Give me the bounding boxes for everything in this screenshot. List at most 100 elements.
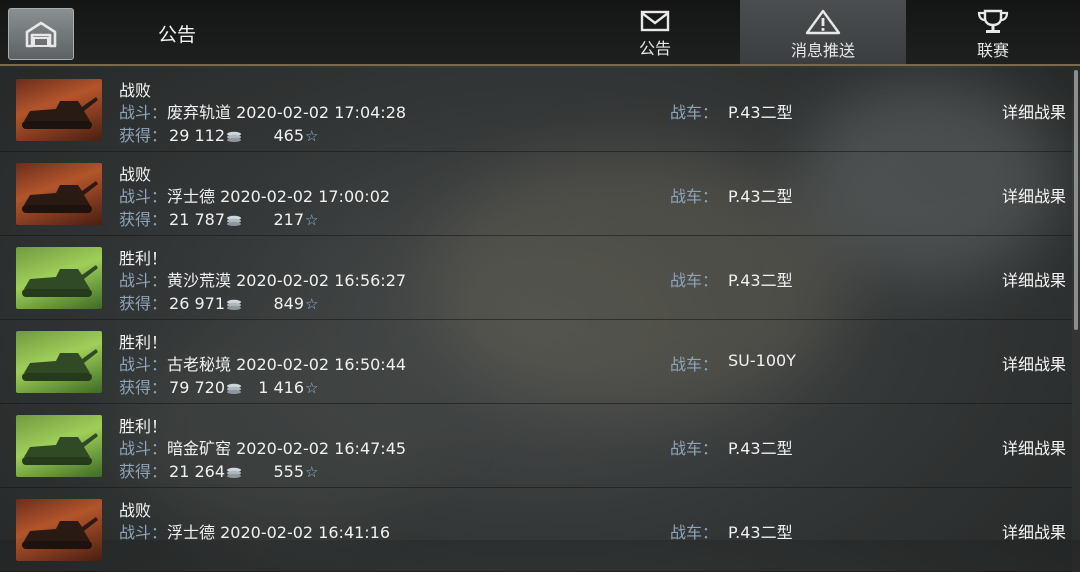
tank-label: 战车：	[670, 439, 719, 458]
earned-label: 获得：	[119, 378, 168, 397]
earned-info: 获得： 79 720 1 416☆	[119, 374, 318, 398]
battle-result: 战败	[119, 501, 152, 520]
map-name: 古老秘境	[167, 355, 232, 374]
defeat-thumbnail	[16, 163, 102, 225]
battle-result: 胜利！	[119, 249, 168, 268]
credits-value: 79 720	[169, 378, 226, 397]
tab-announcements[interactable]: 公告	[572, 0, 738, 64]
battle-row[interactable]: 胜利！ 战斗：暗金矿窑 2020-02-02 16:47:45 获得： 21 26…	[0, 404, 1072, 488]
tank-silhouette-icon	[22, 433, 98, 465]
tank-name: P.43二型	[728, 271, 793, 290]
battle-info: 战斗：废弃轨道 2020-02-02 17:04:28	[119, 99, 406, 123]
tank-silhouette-icon	[22, 181, 98, 213]
detail-results-link[interactable]: 详细战果	[1002, 519, 1066, 543]
credits-value: 21 787	[169, 210, 226, 229]
battle-result: 胜利！	[119, 417, 168, 436]
tank-label: 战车：	[670, 271, 719, 290]
battle-info: 战斗：黄沙荒漠 2020-02-02 16:56:27	[119, 267, 406, 291]
top-bar: 公告 公告 消息推送 联赛	[0, 0, 1080, 66]
garage-icon	[25, 21, 57, 48]
battle-datetime: 2020-02-02 16:47:45	[236, 439, 407, 458]
earned-info: 获得： 21 787 217☆	[119, 206, 318, 230]
earned-info: 获得： 26 971 849☆	[119, 290, 318, 314]
earned-info: 获得： 29 112 465☆	[119, 122, 318, 146]
tab-league-label: 联赛	[976, 41, 1009, 60]
detail-results-link[interactable]: 详细战果	[1002, 267, 1066, 291]
credits-value: 26 971	[169, 294, 226, 313]
scrollbar[interactable]	[1074, 70, 1078, 330]
battle-result: 胜利！	[119, 333, 168, 352]
tab-push-messages[interactable]: 消息推送	[740, 0, 906, 64]
defeat-thumbnail	[16, 79, 102, 141]
battle-label: 战斗：	[119, 439, 168, 458]
credits-icon	[227, 131, 242, 142]
tank-name: P.43二型	[728, 439, 793, 458]
earned-info: 获得： 21 264 555☆	[119, 458, 318, 482]
tank-label: 战车：	[670, 523, 719, 542]
map-name: 黄沙荒漠	[167, 271, 232, 290]
detail-results-link[interactable]: 详细战果	[1002, 435, 1066, 459]
tank-name: SU-100Y	[728, 351, 796, 370]
tank-name: P.43二型	[728, 187, 793, 206]
trophy-icon	[977, 9, 1009, 33]
battle-label: 战斗：	[119, 355, 168, 374]
victory-thumbnail	[16, 331, 102, 393]
battle-row[interactable]: 战败 战斗：浮士德 2020-02-02 17:00:02 获得： 21 787 2…	[0, 152, 1072, 236]
detail-results-link[interactable]: 详细战果	[1002, 351, 1066, 375]
battle-label: 战斗：	[119, 271, 168, 290]
battle-row[interactable]: 战败 战斗：浮士德 2020-02-02 16:41:16 战车： P.43二型…	[0, 488, 1072, 572]
credits-value: 21 264	[169, 462, 226, 481]
credits-icon	[227, 299, 242, 310]
battle-result: 战败	[119, 81, 152, 100]
battle-label: 战斗：	[119, 187, 168, 206]
tank-label: 战车：	[670, 355, 719, 374]
xp-value: 1 416	[258, 378, 305, 397]
xp-star-icon: ☆	[305, 463, 319, 481]
xp-star-icon: ☆	[305, 379, 319, 397]
home-button[interactable]	[8, 8, 74, 60]
earned-label: 获得：	[119, 462, 168, 481]
battle-result: 战败	[119, 165, 152, 184]
defeat-thumbnail	[16, 499, 102, 561]
credits-icon	[227, 383, 242, 394]
battle-list[interactable]: 战败 战斗：废弃轨道 2020-02-02 17:04:28 获得： 29 112…	[0, 68, 1080, 572]
warning-triangle-icon	[805, 9, 841, 35]
victory-thumbnail	[16, 247, 102, 309]
battle-row[interactable]: 胜利！ 战斗：古老秘境 2020-02-02 16:50:44 获得： 79 72…	[0, 320, 1072, 404]
map-name: 浮士德	[167, 523, 216, 542]
battle-label: 战斗：	[119, 103, 168, 122]
battle-label: 战斗：	[119, 523, 168, 542]
tank-name: P.43二型	[728, 103, 793, 122]
xp-star-icon: ☆	[305, 127, 319, 145]
tank-silhouette-icon	[22, 265, 98, 297]
tank-label: 战车：	[670, 103, 719, 122]
battle-datetime: 2020-02-02 17:04:28	[236, 103, 407, 122]
detail-results-link[interactable]: 详细战果	[1002, 183, 1066, 207]
xp-value: 217	[273, 210, 305, 229]
credits-icon	[227, 467, 242, 478]
battle-row[interactable]: 胜利！ 战斗：黄沙荒漠 2020-02-02 16:56:27 获得： 26 97…	[0, 236, 1072, 320]
tab-announcements-label: 公告	[638, 39, 671, 58]
earned-label: 获得：	[119, 294, 168, 313]
battle-datetime: 2020-02-02 16:41:16	[220, 523, 391, 542]
xp-star-icon: ☆	[305, 295, 319, 313]
battle-datetime: 2020-02-02 16:56:27	[236, 271, 407, 290]
tab-push-messages-label: 消息推送	[790, 41, 855, 60]
victory-thumbnail	[16, 415, 102, 477]
map-name: 废弃轨道	[167, 103, 232, 122]
envelope-icon	[640, 10, 670, 32]
battle-info: 战斗：浮士德 2020-02-02 16:41:16	[119, 519, 390, 543]
detail-results-link[interactable]: 详细战果	[1002, 99, 1066, 123]
tank-silhouette-icon	[22, 349, 98, 381]
battle-info: 战斗：浮士德 2020-02-02 17:00:02	[119, 183, 390, 207]
tank-silhouette-icon	[22, 97, 98, 129]
tank-label: 战车：	[670, 187, 719, 206]
xp-value: 849	[273, 294, 305, 313]
xp-value: 555	[273, 462, 305, 481]
tank-silhouette-icon	[22, 517, 98, 549]
tab-league[interactable]: 联赛	[910, 0, 1076, 64]
page-title: 公告	[158, 24, 197, 46]
battle-row[interactable]: 战败 战斗：废弃轨道 2020-02-02 17:04:28 获得： 29 112…	[0, 68, 1072, 152]
battle-info: 战斗：暗金矿窑 2020-02-02 16:47:45	[119, 435, 406, 459]
tank-name: P.43二型	[728, 523, 793, 542]
